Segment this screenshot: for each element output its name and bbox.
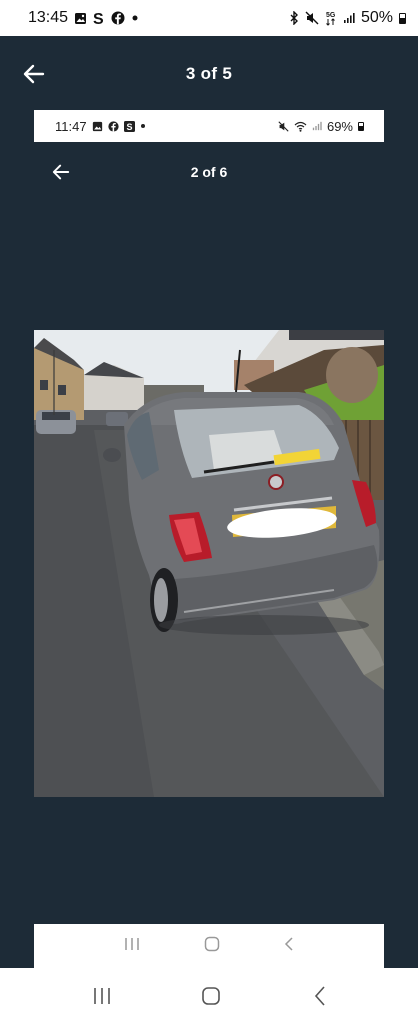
svg-text:S: S bbox=[93, 11, 104, 26]
facebook-icon bbox=[111, 11, 125, 25]
screenshot-status-left: 11:47 S bbox=[55, 119, 146, 134]
bush bbox=[326, 347, 378, 403]
back-chevron-icon bbox=[314, 986, 325, 1006]
svg-text:5G: 5G bbox=[326, 12, 336, 19]
network-5g-icon: 5G bbox=[325, 10, 337, 26]
recent-apps-button[interactable] bbox=[84, 978, 120, 1014]
back-chevron-icon bbox=[283, 936, 295, 957]
viewer-header: 3 of 5 bbox=[0, 36, 418, 112]
screenshot-header: 2 of 6 bbox=[34, 142, 384, 202]
s-app-icon: S bbox=[123, 120, 135, 132]
car-badge bbox=[268, 474, 284, 490]
wifi-icon bbox=[294, 121, 307, 132]
wing-mirror bbox=[103, 448, 121, 462]
s-app-icon: S bbox=[93, 11, 105, 26]
mute-icon bbox=[278, 120, 289, 132]
status-right: 5G 50% bbox=[289, 9, 406, 27]
dot-icon bbox=[131, 14, 139, 22]
status-left: 13:45 S bbox=[28, 9, 139, 27]
bluetooth-icon bbox=[289, 11, 299, 25]
mute-icon bbox=[305, 11, 319, 25]
home-icon bbox=[202, 987, 220, 1005]
screenshot-status-right: 69% bbox=[278, 119, 364, 134]
image-viewer: 3 of 5 11:47 S 69% 2 of 6 bbox=[0, 36, 418, 968]
recent-apps-icon bbox=[123, 937, 141, 956]
screenshot-status-time: 11:47 bbox=[55, 118, 87, 134]
recent-apps-icon bbox=[94, 988, 110, 1004]
svg-text:S: S bbox=[126, 122, 132, 132]
status-time: 13:45 bbox=[28, 9, 69, 26]
battery-icon bbox=[358, 121, 364, 131]
signal-icon bbox=[312, 121, 322, 131]
signal-icon bbox=[343, 12, 355, 24]
dot-icon bbox=[140, 123, 146, 129]
image-icon bbox=[92, 121, 103, 132]
screenshot-battery-percent: 69% bbox=[326, 118, 353, 134]
displayed-image[interactable]: 11:47 S 69% 2 of 6 bbox=[34, 110, 384, 968]
back-button-system[interactable] bbox=[302, 978, 338, 1014]
status-bar: 13:45 S 5G 50% bbox=[0, 0, 418, 36]
car-photo bbox=[34, 330, 384, 797]
screenshot-back-arrow bbox=[51, 162, 71, 182]
screenshot-nav-bar bbox=[34, 924, 384, 968]
screenshot-counter: 2 of 6 bbox=[190, 164, 228, 180]
facebook-icon bbox=[107, 120, 119, 132]
battery-icon bbox=[399, 12, 406, 24]
arrow-left-icon bbox=[23, 64, 45, 84]
system-nav-bar bbox=[0, 968, 418, 1024]
screenshot-status-bar: 11:47 S 69% bbox=[34, 110, 384, 142]
home-button[interactable] bbox=[193, 978, 229, 1014]
arrow-left-icon bbox=[52, 164, 70, 180]
parked-car-2 bbox=[106, 412, 128, 426]
image-icon bbox=[74, 12, 87, 25]
battery-percent: 50% bbox=[360, 9, 393, 26]
home-icon bbox=[204, 936, 220, 957]
image-counter: 3 of 5 bbox=[185, 64, 233, 83]
back-button[interactable] bbox=[20, 60, 48, 88]
